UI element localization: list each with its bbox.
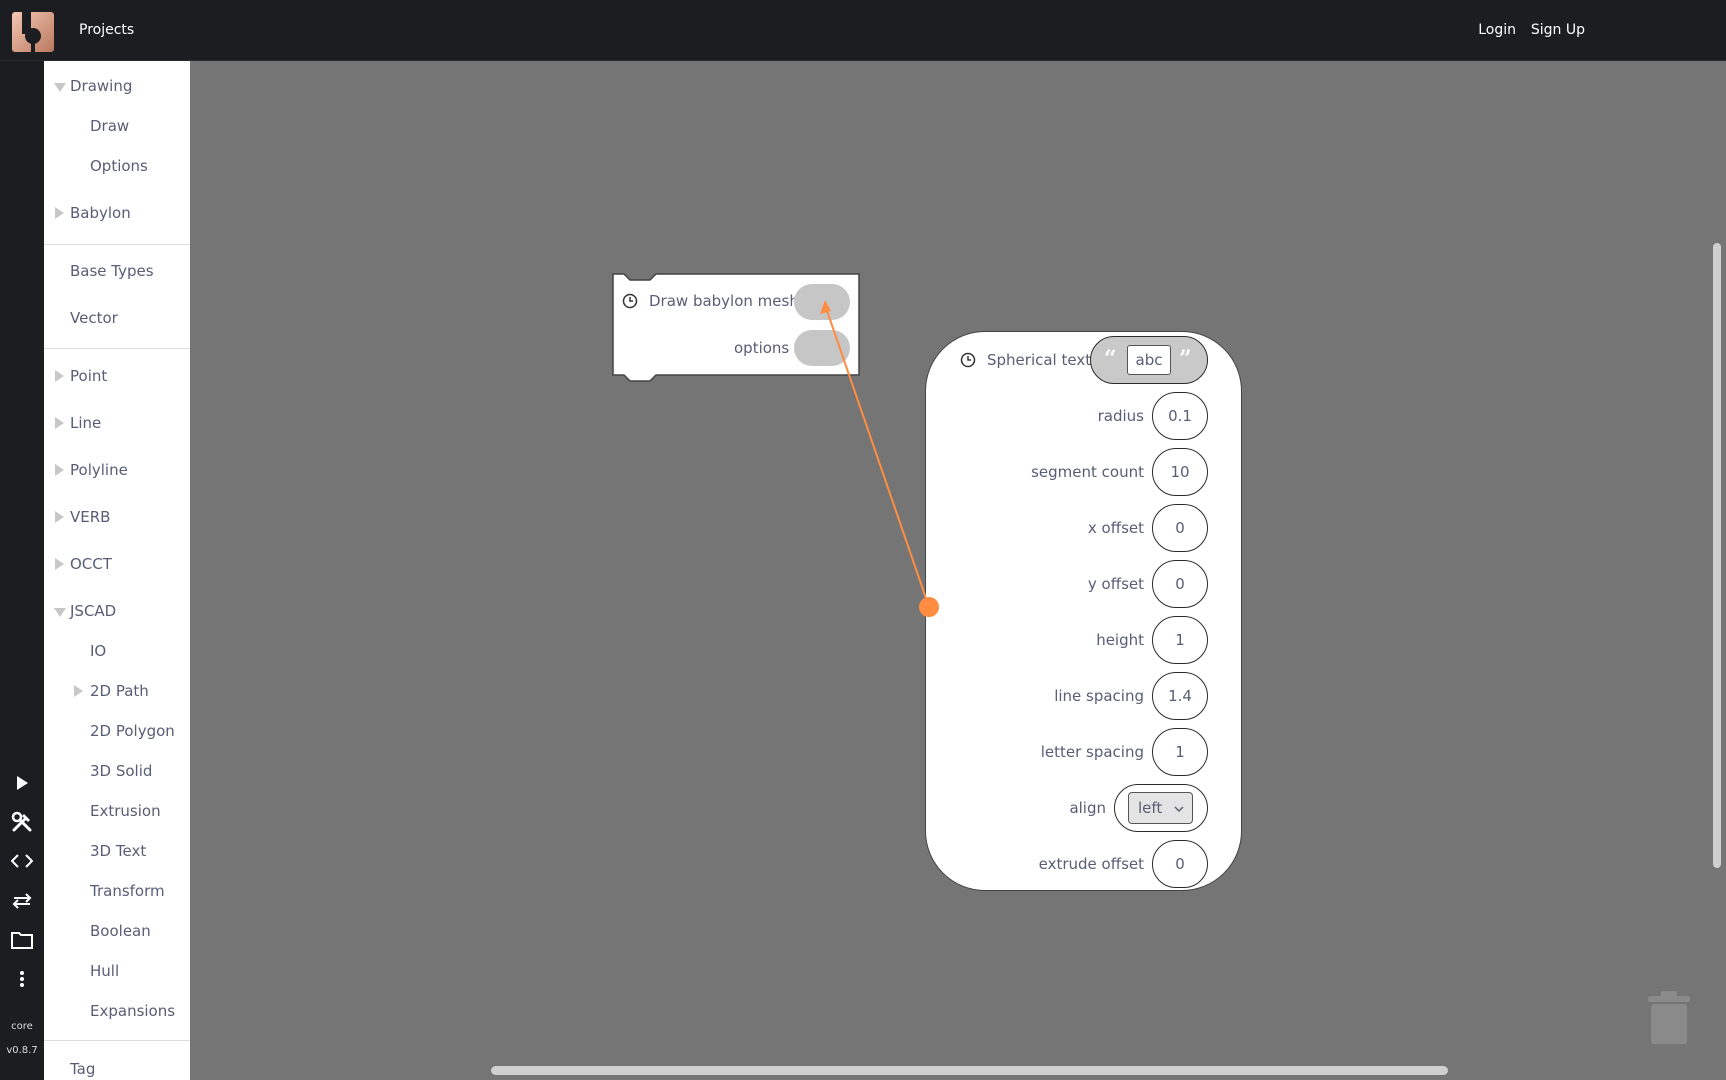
- collapse-triangle-icon: [54, 83, 66, 92]
- category-label: 3D Solid: [90, 762, 153, 780]
- more-button[interactable]: [0, 963, 44, 995]
- category-label: 2D Path: [90, 682, 149, 700]
- category-label: Vector: [70, 309, 118, 327]
- expand-triangle-icon: [55, 464, 64, 476]
- category-label: Options: [90, 157, 148, 175]
- radius-label: radius: [1097, 407, 1144, 425]
- category-label: Line: [70, 414, 102, 432]
- code-button[interactable]: [0, 845, 44, 877]
- category-label: Tag: [70, 1060, 96, 1078]
- version-label: v0.8.7: [6, 1045, 38, 1056]
- category-label: Point: [70, 367, 108, 385]
- category-label: Base Types: [70, 262, 154, 280]
- category-label: Boolean: [90, 922, 151, 940]
- category-label: VERB: [70, 508, 111, 526]
- text-input[interactable]: abc: [1127, 345, 1171, 375]
- horizontal-scrollbar[interactable]: [491, 1066, 1448, 1075]
- height-field[interactable]: 1: [1152, 616, 1208, 664]
- bitbybit-logo[interactable]: [12, 12, 54, 52]
- tools-button[interactable]: [0, 806, 44, 838]
- category-label: 3D Text: [90, 842, 147, 860]
- divider: [44, 1040, 190, 1041]
- category-label: Draw: [90, 117, 130, 135]
- align-value: left: [1138, 799, 1163, 817]
- projects-link[interactable]: Projects: [79, 22, 134, 38]
- expand-triangle-icon: [55, 370, 64, 382]
- open-quote-icon: “: [1104, 346, 1117, 372]
- login-link[interactable]: Login: [1478, 22, 1516, 38]
- core-label: core: [11, 1021, 33, 1032]
- vertical-scrollbar[interactable]: [1713, 243, 1721, 868]
- options-input-slot[interactable]: [794, 330, 850, 366]
- segment-count-label: segment count: [1031, 463, 1144, 481]
- category-label: Expansions: [90, 1002, 176, 1020]
- align-select[interactable]: left: [1128, 792, 1193, 824]
- radius-field[interactable]: 0.1: [1152, 392, 1208, 440]
- segment-count-field[interactable]: 10: [1152, 448, 1208, 496]
- divider: [44, 244, 190, 245]
- more-vertical-icon: [20, 971, 24, 987]
- folder-icon: [11, 932, 33, 949]
- text-input-pill[interactable]: “ abc ”: [1090, 336, 1208, 384]
- draw-mesh-input-slot[interactable]: [794, 284, 850, 320]
- letter-spacing-field[interactable]: 1: [1152, 728, 1208, 776]
- category-label: Drawing: [70, 77, 133, 95]
- category-label: Babylon: [70, 204, 131, 222]
- tool-rail: core v0.8.7: [0, 61, 44, 1080]
- line-spacing-field[interactable]: 1.4: [1152, 672, 1208, 720]
- tools-icon: [11, 811, 32, 832]
- y-offset-label: y offset: [1087, 575, 1144, 593]
- category-label: IO: [90, 642, 107, 660]
- x-offset-label: x offset: [1087, 519, 1144, 537]
- spherical-text-title: Spherical text: [987, 351, 1092, 369]
- options-label: options: [734, 339, 790, 357]
- extrude-offset-label: extrude offset: [1038, 855, 1144, 873]
- code-icon: [11, 854, 33, 868]
- close-quote-icon: ”: [1179, 346, 1192, 372]
- clock-icon: [622, 293, 638, 309]
- y-offset-field[interactable]: 0: [1152, 560, 1208, 608]
- expand-triangle-icon: [55, 558, 64, 570]
- category-label: Polyline: [70, 461, 128, 479]
- category-label: 2D Polygon: [90, 722, 175, 740]
- category-sidebar: Drawing Draw Options Babylon Base Types …: [44, 61, 190, 1080]
- run-button[interactable]: [0, 767, 44, 799]
- x-offset-field[interactable]: 0: [1152, 504, 1208, 552]
- signup-link[interactable]: Sign Up: [1531, 22, 1585, 38]
- trash-can-icon[interactable]: [1646, 990, 1692, 1046]
- line-spacing-label: line spacing: [1054, 687, 1144, 705]
- open-folder-button[interactable]: [0, 924, 44, 956]
- letter-spacing-label: letter spacing: [1040, 743, 1144, 761]
- category-label: Extrusion: [90, 802, 161, 820]
- category-label: JSCAD: [70, 602, 117, 620]
- category-label: Hull: [90, 962, 120, 980]
- draw-mesh-title: Draw babylon mesh: [649, 292, 799, 310]
- height-label: height: [1096, 631, 1144, 649]
- expand-triangle-icon: [55, 207, 64, 219]
- collapse-triangle-icon: [54, 608, 66, 617]
- play-icon: [17, 776, 28, 790]
- divider: [44, 348, 190, 349]
- expand-triangle-icon: [74, 685, 83, 697]
- swap-button[interactable]: [0, 885, 44, 917]
- chevron-down-icon: [1174, 806, 1184, 813]
- expand-triangle-icon: [55, 417, 64, 429]
- align-select-pill[interactable]: left: [1114, 784, 1208, 832]
- category-label: OCCT: [70, 555, 112, 573]
- category-label: Transform: [90, 882, 165, 900]
- swap-arrows-icon: [12, 893, 32, 909]
- extrude-offset-field[interactable]: 0: [1152, 840, 1208, 888]
- top-bar: Projects Login Sign Up: [0, 0, 1726, 61]
- align-label: align: [1069, 799, 1106, 817]
- clock-icon: [960, 352, 976, 368]
- expand-triangle-icon: [55, 511, 64, 523]
